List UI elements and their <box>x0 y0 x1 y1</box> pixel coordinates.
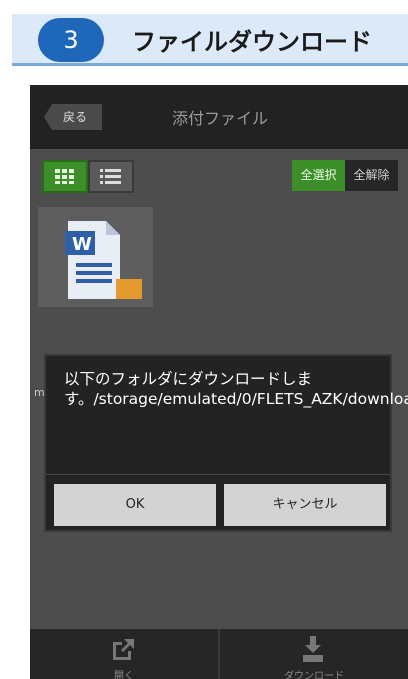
select-all-button[interactable]: 全選択 <box>292 160 345 191</box>
dialog-message: 以下のフォルダにダウンロードします。/storage/emulated/0/FL… <box>64 370 408 408</box>
step-number: 3 <box>38 18 104 62</box>
cancel-button[interactable]: キャンセル <box>224 484 386 526</box>
open-external-icon <box>113 639 134 660</box>
step-banner: 3 ファイルダウンロード <box>12 14 408 66</box>
file-thumbnail[interactable]: W <box>38 207 153 307</box>
word-document-icon: W <box>65 221 142 299</box>
download-icon <box>303 636 323 662</box>
attachment-list: 全選択 全解除 W m 以下のフォルダにダウンロードします。/storage/e… <box>30 149 408 629</box>
svg-text:W: W <box>72 234 92 255</box>
bottom-action-bar: 開く ダウンロード <box>30 629 408 679</box>
open-button[interactable]: 開く <box>30 629 218 679</box>
view-toggle <box>42 160 136 193</box>
list-view-button[interactable] <box>88 160 134 193</box>
deselect-all-button[interactable]: 全解除 <box>345 160 398 191</box>
ok-button[interactable]: OK <box>54 484 216 526</box>
download-button[interactable]: ダウンロード <box>220 629 408 679</box>
grid-icon <box>55 169 74 184</box>
dialog-divider <box>46 474 390 475</box>
selection-buttons: 全選択 全解除 <box>292 160 398 191</box>
phone-screen: 戻る 添付ファイル 全選択 全解除 W m 以下のフォルダにダウンロードします。… <box>30 85 408 679</box>
step-title: ファイルダウンロード <box>132 28 372 56</box>
download-label: ダウンロード <box>284 671 344 679</box>
open-label: 開く <box>114 671 134 679</box>
back-button[interactable]: 戻る <box>44 104 102 130</box>
screen-title: 添付ファイル <box>172 109 269 128</box>
action-bar: 戻る 添付ファイル <box>30 85 408 149</box>
grid-view-button[interactable] <box>42 160 88 193</box>
list-icon <box>100 169 121 184</box>
download-confirm-dialog: 以下のフォルダにダウンロードします。/storage/emulated/0/FL… <box>44 354 408 532</box>
